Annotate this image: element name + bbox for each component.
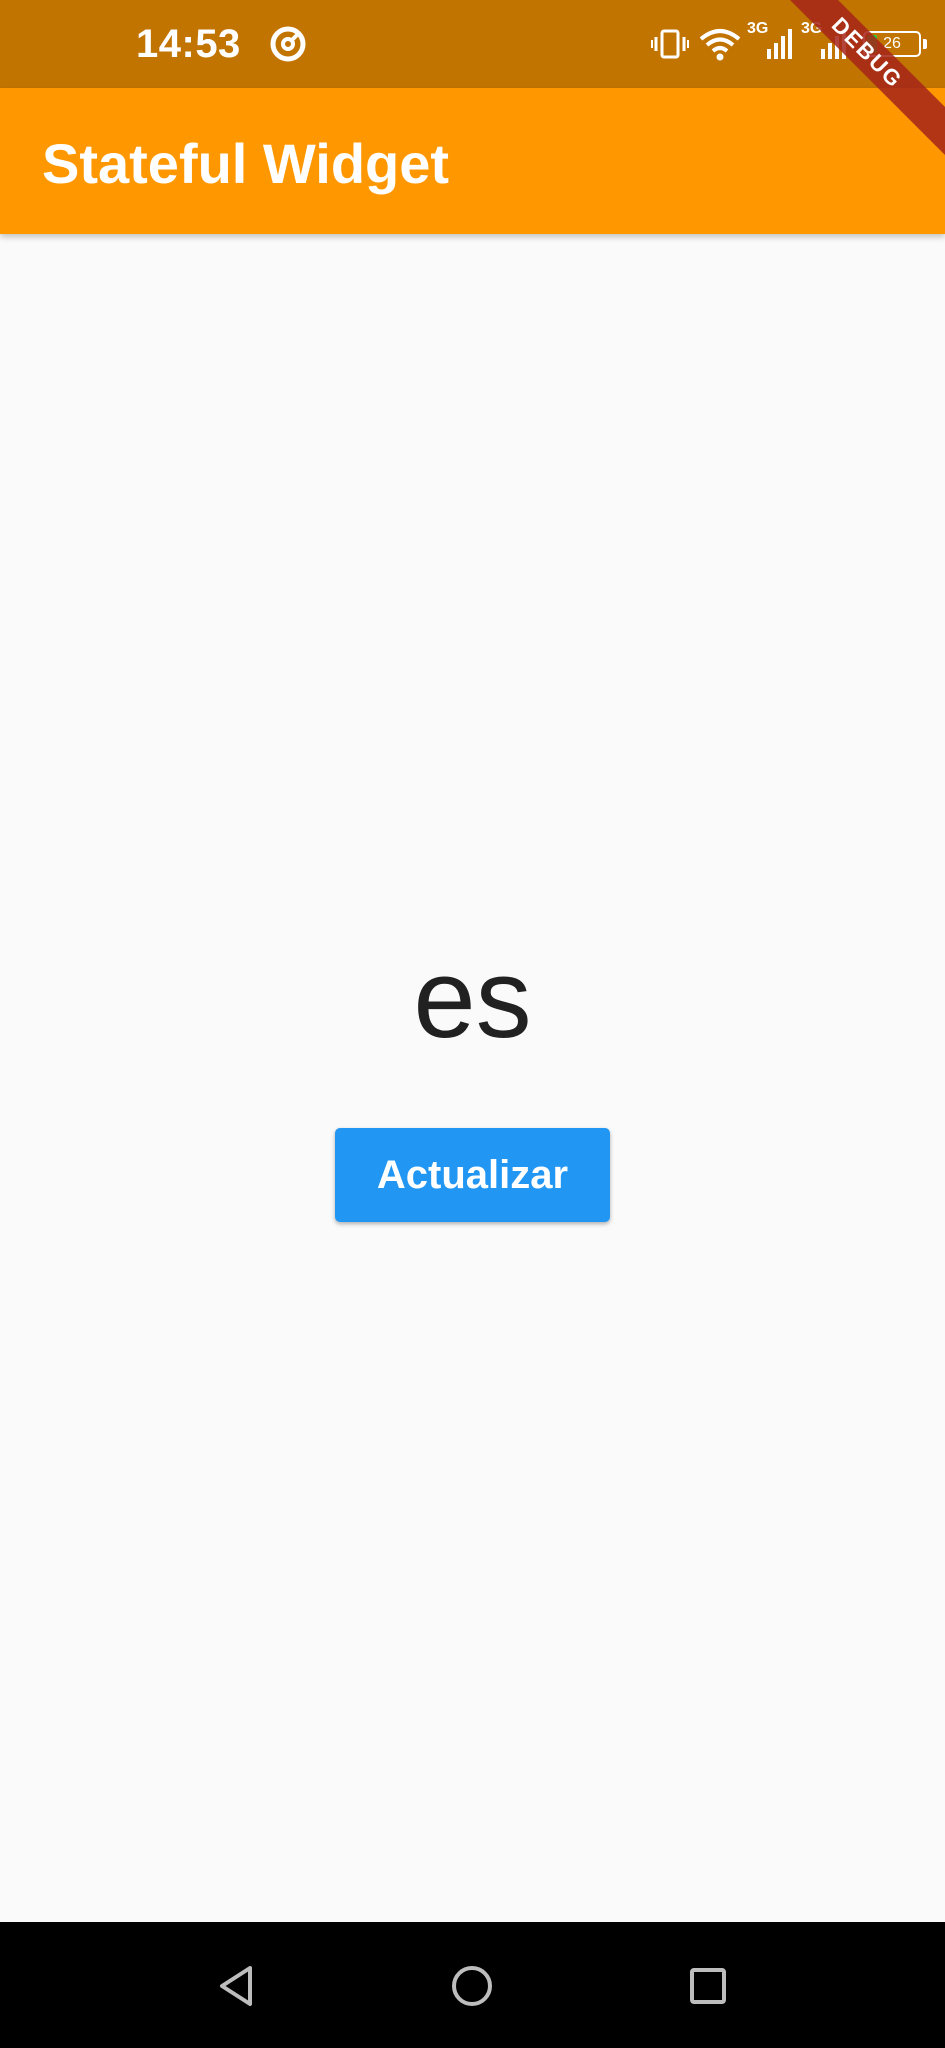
back-icon xyxy=(220,1966,252,2006)
recents-icon xyxy=(690,1968,726,2004)
navigation-bar xyxy=(0,1922,945,2048)
network-type-label: 3G xyxy=(747,20,769,37)
back-button[interactable] xyxy=(206,1956,266,2016)
home-icon xyxy=(452,1966,492,2006)
vibrate-icon xyxy=(651,29,689,59)
status-time: 14:53 xyxy=(136,22,241,66)
app-notification-icon xyxy=(270,26,306,62)
page-title: Stateful Widget xyxy=(42,132,450,195)
recents-button[interactable] xyxy=(678,1956,738,2016)
value-text: es xyxy=(413,936,532,1061)
wifi-icon xyxy=(699,29,741,61)
app-bar: Stateful Widget xyxy=(0,88,945,234)
network-1: 3G xyxy=(747,21,795,61)
main-content: es Actualizar xyxy=(0,234,945,1922)
update-button[interactable]: Actualizar xyxy=(335,1128,610,1222)
screen: 14:53 3G 3G 26 Stateful Widget DEBUG es … xyxy=(0,0,945,2048)
home-button[interactable] xyxy=(442,1956,502,2016)
